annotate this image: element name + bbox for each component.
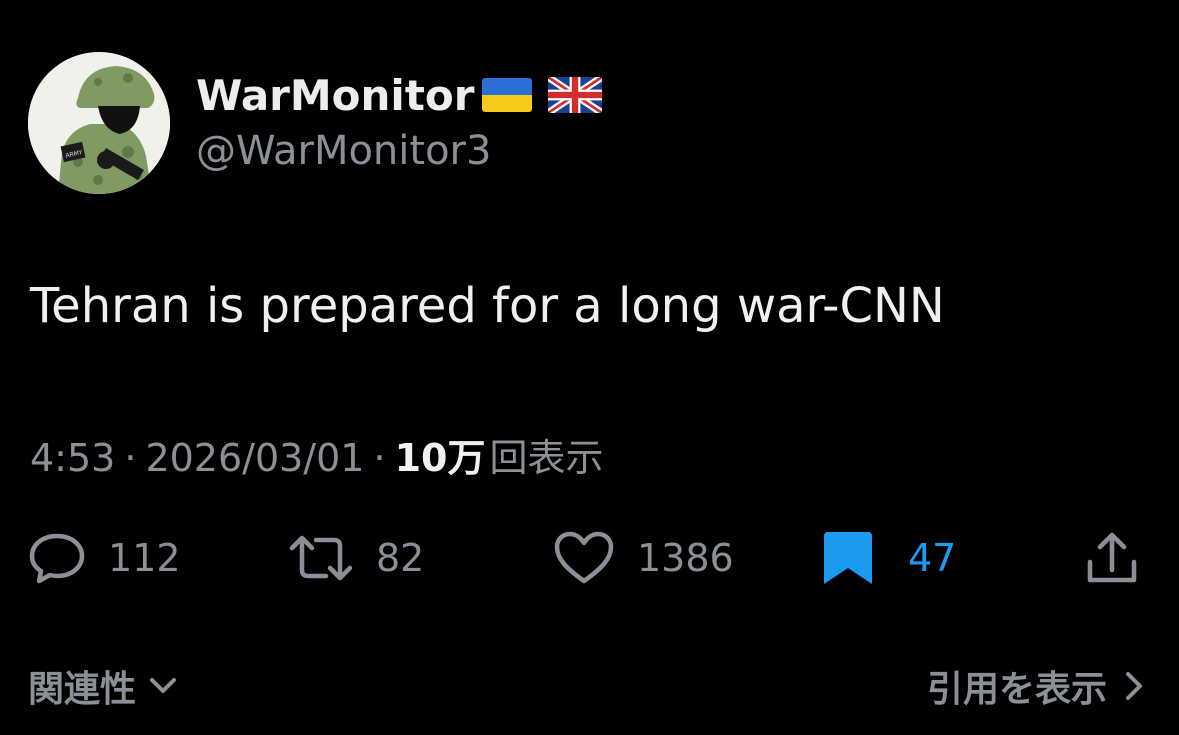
like-button[interactable]: 1386	[553, 528, 734, 588]
related-sort-button[interactable]: 関連性	[28, 660, 178, 712]
retweet-button[interactable]: 82	[288, 528, 424, 588]
bookmark-button[interactable]: 47	[822, 528, 956, 588]
meta-separator: ·	[124, 436, 137, 480]
view-quotes-label: 引用を表示	[926, 669, 1107, 710]
related-label: 関連性	[28, 669, 137, 710]
reply-button[interactable]: 112	[28, 528, 181, 588]
soldier-avatar-image: ARMY	[28, 52, 170, 194]
tweet-text: Tehran is prepared for a long war-CNN	[30, 278, 945, 334]
like-count: 1386	[637, 536, 734, 580]
author-name-text: WarMonitor	[196, 70, 475, 120]
author-display-name[interactable]: WarMonitor	[196, 66, 603, 124]
author-handle[interactable]: @WarMonitor3	[196, 128, 491, 174]
view-quotes-button[interactable]: 引用を表示	[927, 660, 1143, 712]
bookmark-icon	[824, 532, 872, 584]
action-bar: 112 82 1386 47	[0, 528, 1179, 588]
retweet-count: 82	[376, 536, 425, 580]
tweet-meta: 4:53 · 2026/03/01 · 10万 回表示	[30, 427, 603, 482]
ukraine-flag-icon	[482, 78, 533, 112]
share-button[interactable]	[1084, 528, 1140, 588]
chevron-right-icon	[1126, 672, 1142, 700]
reply-count: 112	[108, 536, 181, 580]
views-label: 回表示	[489, 436, 604, 480]
tweet-date[interactable]: 2026/03/01	[145, 436, 364, 480]
retweet-icon	[289, 535, 353, 581]
meta-separator: ·	[373, 436, 386, 480]
uk-flag-icon	[548, 77, 603, 113]
avatar[interactable]: ARMY	[28, 52, 170, 194]
chevron-down-icon	[150, 678, 177, 693]
share-icon	[1087, 532, 1137, 583]
tweet-time[interactable]: 4:53	[30, 436, 115, 480]
views-count[interactable]: 10万	[395, 427, 486, 482]
reply-icon	[29, 533, 85, 584]
heart-icon	[554, 531, 614, 584]
bookmark-count: 47	[908, 536, 957, 580]
